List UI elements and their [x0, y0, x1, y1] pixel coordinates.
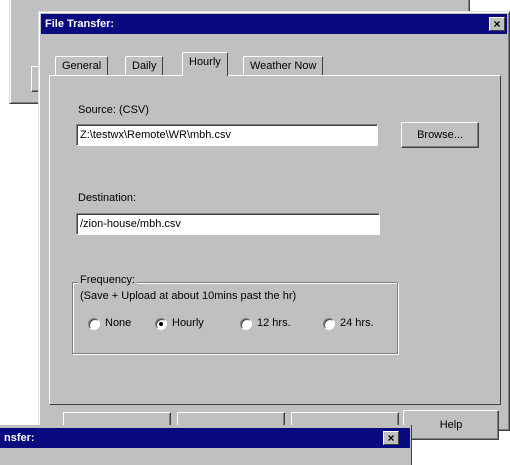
- tab-daily-label: Daily: [132, 60, 157, 72]
- tab-hourly[interactable]: Hourly: [182, 52, 228, 76]
- second-window: nsfer: ×: [0, 425, 412, 465]
- tab-weather-now[interactable]: Weather Now: [243, 56, 324, 76]
- dialog-titlebar: File Transfer:: [41, 14, 507, 34]
- radio-none-circle[interactable]: [88, 318, 100, 330]
- radio-selected-dot: [159, 322, 163, 326]
- radio-none[interactable]: None: [88, 316, 152, 332]
- frequency-note: (Save + Upload at about 10mins past the …: [80, 290, 297, 302]
- destination-input[interactable]: /zion-house/mbh.csv: [76, 213, 380, 235]
- radio-24-hrs[interactable]: 24 hrs.: [323, 316, 397, 332]
- radio-12-hrs[interactable]: 12 hrs.: [240, 316, 310, 332]
- file-transfer-dialog: File Transfer: × General Daily Hourly We…: [38, 11, 510, 442]
- radio-hourly-label: Hourly: [172, 317, 204, 329]
- hourly-panel: Source: (CSV) Z:\testwx\Remote\WR\mbh.cs…: [49, 75, 501, 405]
- help-button[interactable]: Help: [403, 410, 499, 440]
- radio-24-hrs-label: 24 hrs.: [340, 317, 374, 329]
- tab-weather-now-label: Weather Now: [250, 60, 317, 72]
- second-window-title: nsfer:: [4, 432, 35, 444]
- tab-general[interactable]: General: [55, 56, 109, 76]
- radio-12-hrs-circle[interactable]: [240, 318, 252, 330]
- source-input[interactable]: Z:\testwx\Remote\WR\mbh.csv: [76, 124, 378, 146]
- browse-button[interactable]: Browse...: [401, 122, 479, 148]
- close-icon[interactable]: ×: [489, 17, 505, 31]
- dialog-title: File Transfer:: [45, 18, 115, 30]
- tab-daily[interactable]: Daily: [125, 56, 164, 76]
- radio-hourly[interactable]: Hourly: [155, 316, 225, 332]
- radio-hourly-circle[interactable]: [155, 318, 167, 330]
- second-close-icon[interactable]: ×: [383, 431, 399, 445]
- second-window-titlebar: nsfer:: [0, 428, 410, 448]
- tab-hourly-label: Hourly: [189, 56, 221, 68]
- radio-12-hrs-label: 12 hrs.: [257, 317, 291, 329]
- destination-label: Destination:: [78, 192, 137, 204]
- frequency-legend: Frequency:: [78, 274, 138, 286]
- tab-general-label: General: [62, 60, 102, 72]
- radio-none-label: None: [105, 317, 132, 329]
- source-label: Source: (CSV): [78, 104, 149, 116]
- radio-24-hrs-circle[interactable]: [323, 318, 335, 330]
